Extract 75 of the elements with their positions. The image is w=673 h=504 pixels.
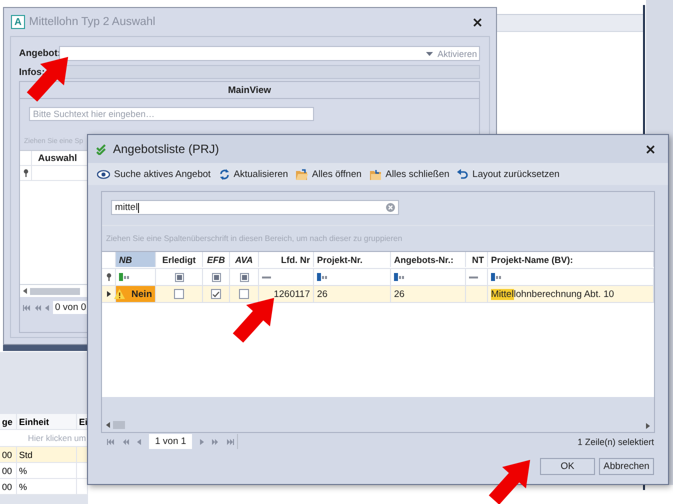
search-field[interactable]: Bitte Suchtext hier eingeben… [29, 107, 314, 121]
pointer-arrow [488, 460, 530, 504]
toolbar-button[interactable]: Aktualisieren [218, 168, 288, 180]
table-cell: 00 [0, 447, 17, 462]
close-icon[interactable] [646, 144, 655, 154]
table-cell: % [17, 463, 77, 478]
field-label: Infos: [19, 66, 46, 78]
column-header[interactable]: NB [116, 252, 156, 267]
column-header[interactable]: ge [0, 414, 17, 429]
column-header[interactable]: AVA [230, 252, 259, 267]
filter-pin-icon [106, 273, 112, 281]
table-row[interactable]: Nein 1260117 26 26 Mittellohnberechnung Abt. 10 [102, 286, 654, 303]
column-header[interactable]: Angebots-Nr.: [391, 252, 466, 267]
page-indicator: 0 von 0 [53, 301, 88, 314]
table-cell: 00 [0, 479, 17, 494]
table-cell: % [17, 479, 77, 494]
row-indicator-icon [106, 291, 110, 297]
field-label: Angebot: [19, 48, 59, 59]
toolbar-button[interactable]: Layout zurücksetzen [457, 168, 560, 180]
table-row[interactable]: 00 % [0, 479, 88, 495]
equals-icon[interactable] [469, 276, 478, 278]
folder-icon[interactable] [296, 168, 308, 180]
checkbox[interactable] [239, 289, 249, 299]
folder-icon[interactable] [370, 168, 382, 180]
column-header[interactable]: NT [466, 252, 488, 267]
app-logo: A [11, 15, 25, 29]
table-cell: Mittellohnberechnung Abt. 10 [488, 286, 654, 302]
column-header[interactable]: Einheit [17, 414, 77, 429]
close-icon[interactable] [473, 18, 482, 26]
column-header[interactable]: Projekt-Name (BV): [488, 252, 654, 267]
clear-icon[interactable] [386, 203, 395, 212]
checkbox[interactable] [174, 289, 184, 299]
equals-icon[interactable] [262, 276, 271, 278]
table-cell: 26 [391, 286, 466, 302]
filter-square-icon[interactable] [212, 272, 220, 282]
scroll-thumb[interactable] [113, 421, 125, 429]
cancel-button[interactable]: Abbrechen [599, 458, 654, 475]
filter-pin-icon [23, 169, 29, 177]
text-filter-icon[interactable] [394, 273, 406, 281]
toolbar-button[interactable]: Alles schließen [370, 168, 450, 180]
page-indicator: 1 von 1 [149, 434, 192, 449]
table-cell: 00 [0, 463, 17, 478]
scroll-thumb[interactable] [30, 288, 80, 294]
column-header[interactable]: Erledigt [156, 252, 203, 267]
warning-icon [114, 289, 126, 299]
window-title: Mittellohn Typ 2 Auswahl [29, 16, 156, 28]
selection-status: 1 Zeile(n) selektiert [577, 436, 654, 446]
scroll-left-icon[interactable] [106, 422, 110, 428]
table-cell: Std [17, 447, 77, 462]
refresh-icon[interactable] [218, 168, 230, 180]
search-field[interactable]: mittel [111, 200, 399, 215]
column-header[interactable]: Auswahl [38, 151, 78, 165]
text-filter-icon[interactable] [317, 273, 329, 281]
column-header[interactable]: Projekt-Nr. [314, 252, 391, 267]
scroll-left-icon[interactable] [23, 288, 27, 294]
check-icon [96, 144, 108, 154]
status-text: Nein [131, 288, 152, 300]
toolbar-button[interactable]: Suche aktives Angebot [97, 168, 211, 180]
text-filter-icon[interactable] [491, 273, 503, 281]
pointer-arrow [232, 298, 274, 343]
column-header[interactable]: EFB [203, 252, 230, 267]
window-title: Angebotsliste (PRJ) [113, 142, 220, 156]
eye-icon[interactable] [97, 170, 110, 178]
ok-button[interactable]: OK [540, 458, 595, 475]
column-header[interactable]: Lfd. Nr [259, 252, 314, 267]
undo-icon[interactable] [457, 169, 468, 179]
caret-icon[interactable] [426, 52, 434, 56]
table-row[interactable]: 00 Std [0, 447, 88, 463]
text-filter-icon[interactable] [119, 273, 131, 281]
toolbar-button[interactable]: Alles öffnen [296, 168, 362, 180]
filter-square-icon[interactable] [240, 272, 248, 282]
filter-square-icon[interactable] [174, 272, 184, 282]
check-mark-icon [212, 290, 220, 298]
checkbox[interactable] [211, 289, 221, 299]
table-cell: 26 [314, 286, 391, 302]
